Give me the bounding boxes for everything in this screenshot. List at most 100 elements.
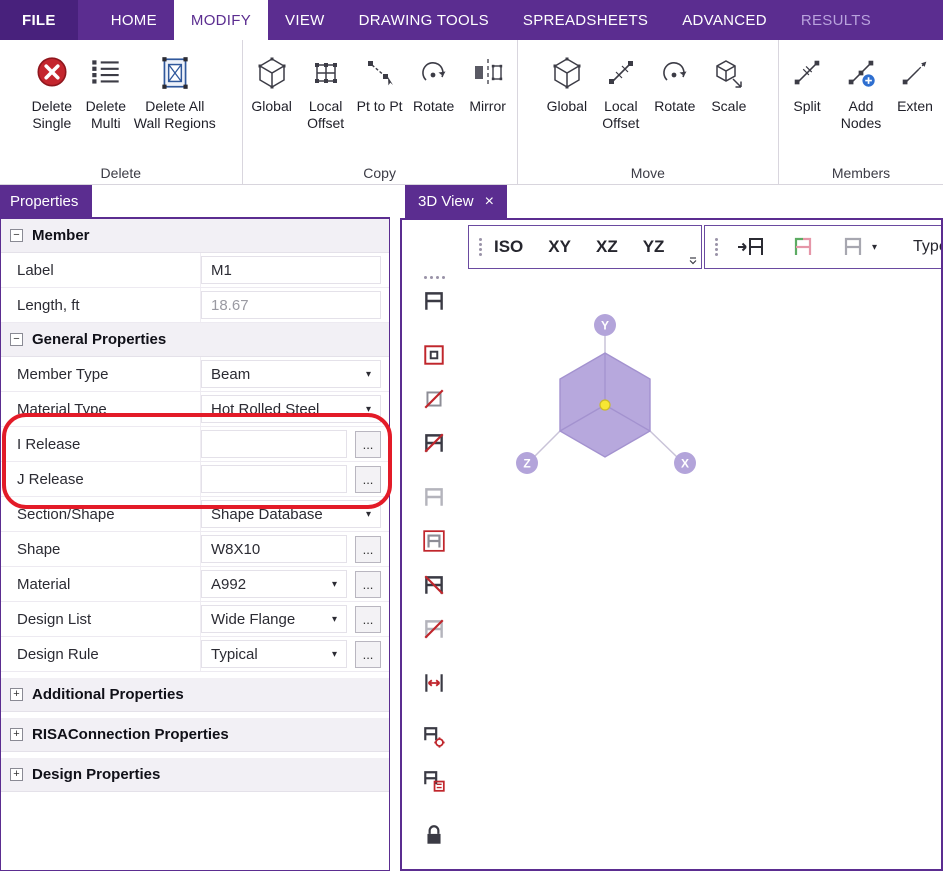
button-label: Offset <box>602 115 639 132</box>
member-red-badge-toggle[interactable] <box>418 765 450 797</box>
add-nodes-button[interactable]: Add Nodes <box>835 44 887 132</box>
design-rule-browse-button[interactable]: ... <box>355 641 381 668</box>
property-label: Member Type <box>1 357 201 391</box>
padlock-icon[interactable] <box>418 819 450 851</box>
tab-drawing-tools[interactable]: DRAWING TOOLS <box>342 0 506 40</box>
move-global-button[interactable]: Global <box>541 44 593 115</box>
move-local-offset-button[interactable]: Local Offset <box>595 44 647 132</box>
member-red-box-toggle[interactable] <box>418 525 450 557</box>
delete-multi-button[interactable]: Delete Multi <box>80 44 132 132</box>
expand-icon[interactable]: + <box>10 728 23 741</box>
move-scale-button[interactable]: Scale <box>703 44 755 115</box>
j-release-browse-button[interactable]: ... <box>355 466 381 493</box>
copy-rotate-button[interactable]: Rotate <box>408 44 460 115</box>
material-type-dropdown[interactable]: Hot Rolled Steel▾ <box>201 395 381 423</box>
plate-crossed-toggle[interactable] <box>418 383 450 415</box>
drag-grip-icon[interactable] <box>479 238 482 256</box>
member-settings-gear-toggle[interactable] <box>418 721 450 753</box>
i-release-browse-button[interactable]: ... <box>355 431 381 458</box>
property-label: Length, ft <box>1 288 201 322</box>
move-rotate-button[interactable]: Rotate <box>649 44 701 115</box>
member-crossed-toggle[interactable] <box>418 427 450 459</box>
chevron-down-icon[interactable]: ▾ <box>326 579 337 590</box>
j-release-field[interactable] <box>201 465 347 493</box>
property-row-design-list: Design List Wide Flange▾ ... <box>1 602 389 637</box>
model-view-region: 3D View × ISO XY XZ YZ <box>400 185 943 871</box>
dimension-arrows-toggle[interactable] <box>418 667 450 699</box>
node-box-red-toggle[interactable] <box>418 339 450 371</box>
chevron-down-icon[interactable]: ▾ <box>326 614 337 625</box>
chevron-down-icon[interactable]: ▾ <box>360 404 371 415</box>
yz-view-button[interactable]: YZ <box>643 233 665 261</box>
section-header-general-properties[interactable]: − General Properties <box>1 323 389 357</box>
member-gray-toggle[interactable] <box>418 481 450 513</box>
extend-button[interactable]: Exten <box>889 44 941 115</box>
copy-local-offset-button[interactable]: Local Offset <box>300 44 352 132</box>
tab-spreadsheets[interactable]: SPREADSHEETS <box>506 0 665 40</box>
drag-grip-icon[interactable] <box>424 276 445 279</box>
x-axis-label: X <box>674 452 696 474</box>
member-glyph-toggle[interactable] <box>418 285 450 317</box>
collapse-icon[interactable]: − <box>10 229 23 242</box>
properties-panel: Properties − Member Label M1 Length, ft … <box>0 185 390 871</box>
collapse-icon[interactable]: − <box>10 333 23 346</box>
delete-all-wall-regions-button[interactable]: Delete All Wall Regions <box>134 44 216 132</box>
copy-mirror-button[interactable]: Mirror <box>462 44 514 115</box>
section-header-risaconnection-properties[interactable]: + RISAConnection Properties <box>1 718 389 752</box>
member-render-gray-dropdown[interactable]: ▾ <box>834 232 883 262</box>
gray-member-crossed-toggle[interactable] <box>418 613 450 645</box>
shape-field[interactable]: W8X10 <box>201 535 347 563</box>
origin-axes-cube[interactable]: Y Z X <box>450 297 760 507</box>
tab-home[interactable]: HOME <box>94 0 174 40</box>
iso-view-button[interactable]: ISO <box>494 233 523 261</box>
xy-view-button[interactable]: XY <box>548 233 571 261</box>
property-value: A992 <box>211 576 246 593</box>
member-red-slash-toggle[interactable] <box>418 569 450 601</box>
material-dropdown[interactable]: A992 ▾ <box>201 570 347 598</box>
copy-pt-to-pt-button[interactable]: Pt to Pt <box>354 44 406 115</box>
toolbar-overflow-icon[interactable] <box>688 256 698 266</box>
property-row-j-release: J Release ... <box>1 462 389 497</box>
i-release-field[interactable] <box>201 430 347 458</box>
copy-global-button[interactable]: Global <box>246 44 298 115</box>
z-axis-label: Z <box>516 452 538 474</box>
chevron-down-icon[interactable]: ▾ <box>360 509 371 520</box>
property-value: M1 <box>211 262 232 279</box>
split-button[interactable]: Split <box>781 44 833 115</box>
ribbon-group-delete: Delete Single Delete Multi Delete All Wa… <box>0 40 243 184</box>
expand-icon[interactable]: + <box>10 688 23 701</box>
properties-panel-tab[interactable]: Properties <box>0 185 92 217</box>
chevron-down-icon[interactable]: ▾ <box>360 369 371 380</box>
property-row-label: Label M1 <box>1 253 389 288</box>
design-rule-dropdown[interactable]: Typical▾ <box>201 640 347 668</box>
3d-view-canvas-frame: ISO XY XZ YZ ▾ <box>400 218 943 871</box>
tab-modify[interactable]: MODIFY <box>174 0 268 40</box>
tab-results[interactable]: RESULTS <box>784 0 888 40</box>
section-header-additional-properties[interactable]: + Additional Properties <box>1 678 389 712</box>
button-label: Mirror <box>469 98 506 115</box>
close-icon[interactable]: × <box>485 194 494 210</box>
section-shape-dropdown[interactable]: Shape Database▾ <box>201 500 381 528</box>
tab-file[interactable]: FILE <box>0 0 78 40</box>
view-tab-3d-view[interactable]: 3D View × <box>405 185 507 218</box>
member-type-dropdown[interactable]: Beam▾ <box>201 360 381 388</box>
button-label: Add <box>849 98 874 115</box>
drag-grip-icon[interactable] <box>715 238 718 256</box>
property-value: W8X10 <box>211 541 260 558</box>
expand-icon[interactable]: + <box>10 768 23 781</box>
delete-wall-regions-icon <box>156 48 194 98</box>
design-list-browse-button[interactable]: ... <box>355 606 381 633</box>
material-browse-button[interactable]: ... <box>355 571 381 598</box>
member-render-color-icon[interactable] <box>784 232 822 262</box>
chevron-down-icon[interactable]: ▾ <box>326 649 337 660</box>
design-list-dropdown[interactable]: Wide Flange▾ <box>201 605 347 633</box>
tab-view[interactable]: VIEW <box>268 0 342 40</box>
section-header-design-properties[interactable]: + Design Properties <box>1 758 389 792</box>
tab-advanced[interactable]: ADVANCED <box>665 0 784 40</box>
member-render-arrow-icon[interactable] <box>730 232 772 262</box>
shape-browse-button[interactable]: ... <box>355 536 381 563</box>
delete-single-button[interactable]: Delete Single <box>26 44 78 132</box>
xz-view-button[interactable]: XZ <box>596 233 618 261</box>
label-value-field[interactable]: M1 <box>201 256 381 284</box>
section-header-member[interactable]: − Member <box>1 219 389 253</box>
